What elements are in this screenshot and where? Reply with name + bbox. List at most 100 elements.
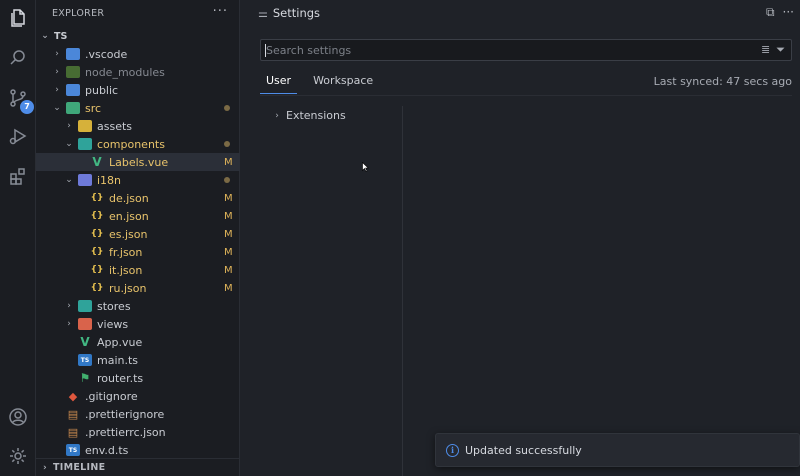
tree-item-label: Labels.vue <box>109 155 169 169</box>
search-icon[interactable] <box>6 46 30 70</box>
settings-icon: ⚌ <box>258 6 268 20</box>
tree-folder[interactable]: › public <box>36 81 240 99</box>
tree-folder[interactable]: › assets <box>36 117 240 135</box>
timeline-section[interactable]: › TIMELINE <box>36 458 240 476</box>
tree-item-label: it.json <box>109 263 143 277</box>
tree-folder[interactable]: ⌄ src <box>36 99 240 117</box>
tree-file[interactable]: {} en.json M <box>36 207 240 225</box>
explorer-icon[interactable] <box>6 6 30 30</box>
modified-badge: M <box>224 156 233 168</box>
mouse-pointer-icon <box>362 162 369 172</box>
tree-folder[interactable]: › node_modules <box>36 63 240 81</box>
toast-message: Updated successfully <box>465 443 582 457</box>
search-input[interactable] <box>261 40 761 60</box>
tree-file[interactable]: {} it.json M <box>36 261 240 279</box>
tree-item-label: ru.json <box>109 281 147 295</box>
account-icon[interactable] <box>6 405 30 429</box>
chevron-down-icon: ⌄ <box>65 175 73 185</box>
folder-icon <box>78 318 92 330</box>
tree-item-label: views <box>97 317 129 331</box>
typescript-file-icon: TS <box>78 354 92 366</box>
tree-folder[interactable]: › stores <box>36 297 240 315</box>
tree-file[interactable]: V App.vue <box>36 333 240 351</box>
modified-badge: M <box>224 210 233 222</box>
tree-file[interactable]: ▤ .prettierignore <box>36 405 240 423</box>
tree-folder[interactable]: › .vscode <box>36 45 240 63</box>
chevron-right-icon: › <box>42 462 47 473</box>
text-caret <box>265 44 266 57</box>
json-file-icon: {} <box>90 265 104 275</box>
modified-badge: M <box>224 228 233 240</box>
chevron-right-icon: › <box>55 67 59 77</box>
json-file-icon: {} <box>90 283 104 293</box>
tree-file[interactable]: {} es.json M <box>36 225 240 243</box>
clear-filter-icon[interactable]: ≣ <box>761 43 770 57</box>
run-debug-icon[interactable] <box>6 124 30 148</box>
workspace-root[interactable]: ⌄ TS <box>36 27 240 45</box>
tree-file[interactable]: ⚑ router.ts <box>36 369 240 387</box>
tree-folder[interactable]: ⌄ i18n <box>36 171 240 189</box>
modified-badge: M <box>224 192 233 204</box>
tab-workspace[interactable]: Workspace <box>307 72 379 94</box>
tabs-divider <box>260 95 792 96</box>
folder-icon <box>66 48 80 60</box>
tree-item-label: .vscode <box>85 47 128 61</box>
tree-file[interactable]: ◆ .gitignore <box>36 387 240 405</box>
timeline-label: TIMELINE <box>53 462 106 473</box>
vue-file-icon: V <box>80 335 90 349</box>
chevron-right-icon: › <box>275 110 279 121</box>
modified-badge: M <box>224 282 233 294</box>
editor-actions: ⧉ ··· <box>766 5 794 20</box>
tree-file[interactable]: {} fr.json M <box>36 243 240 261</box>
modified-badge: M <box>224 264 233 276</box>
tree-file[interactable]: TS env.d.ts <box>36 441 240 459</box>
settings-title: Settings <box>272 6 321 20</box>
explorer-header: EXPLORER ··· <box>36 0 240 26</box>
json-file-icon: {} <box>90 193 104 203</box>
tree-folder[interactable]: ⌄ components <box>36 135 240 153</box>
tree-item-label: i18n <box>97 173 122 187</box>
open-json-icon[interactable]: ⧉ <box>766 5 775 20</box>
vue-file-icon: V <box>92 155 102 169</box>
tree-file[interactable]: V Labels.vue M <box>36 153 240 171</box>
tree-item-label: de.json <box>109 191 149 205</box>
tree-item-label: fr.json <box>109 245 143 259</box>
tree-folder[interactable]: › views <box>36 315 240 333</box>
chevron-down-icon: ⌄ <box>53 103 61 113</box>
tree-file[interactable]: TS main.ts <box>36 351 240 369</box>
extensions-icon[interactable] <box>6 164 30 188</box>
tree-item-label: env.d.ts <box>85 443 129 457</box>
json-file-icon: {} <box>90 229 104 239</box>
source-control-icon[interactable]: 7 <box>6 86 34 114</box>
scm-badge: 7 <box>20 100 34 114</box>
tree-item-label: App.vue <box>97 335 143 349</box>
chevron-right-icon: › <box>55 49 59 59</box>
tree-item-label: stores <box>97 299 131 313</box>
more-actions-icon[interactable]: ··· <box>783 5 794 20</box>
chevron-right-icon: › <box>67 121 71 131</box>
explorer-title: EXPLORER <box>52 8 105 19</box>
folder-icon <box>66 84 80 96</box>
tree-file[interactable]: {} de.json M <box>36 189 240 207</box>
toc-item-extensions[interactable]: › Extensions <box>272 109 346 122</box>
modified-badge: M <box>224 246 233 258</box>
folder-icon <box>78 174 92 186</box>
chevron-down-icon: ⌄ <box>65 139 73 149</box>
tree-file[interactable]: {} ru.json M <box>36 279 240 297</box>
settings-tab[interactable]: ⚌ Settings <box>258 6 320 20</box>
workspace-root-label: TS <box>54 30 68 42</box>
toc-item-label: Extensions <box>286 109 346 122</box>
tab-user[interactable]: User <box>260 72 298 94</box>
tree-item-label: main.ts <box>97 353 139 367</box>
filter-icon[interactable]: ⏷ <box>776 43 785 57</box>
notification-toast: i Updated successfully <box>435 433 800 467</box>
tree-file[interactable]: ▤ .prettierrc.json <box>36 423 240 441</box>
tree-item-label: .prettierrc.json <box>85 425 166 439</box>
tree-item-label: src <box>85 101 102 115</box>
last-synced-status: Last synced: 47 secs ago <box>653 75 792 88</box>
more-actions-icon[interactable]: ··· <box>213 4 228 19</box>
gear-icon[interactable] <box>6 444 30 468</box>
tree-item-label: components <box>97 137 165 151</box>
chevron-right-icon: › <box>67 301 71 311</box>
prettier-file-icon: ▤ <box>67 425 79 439</box>
